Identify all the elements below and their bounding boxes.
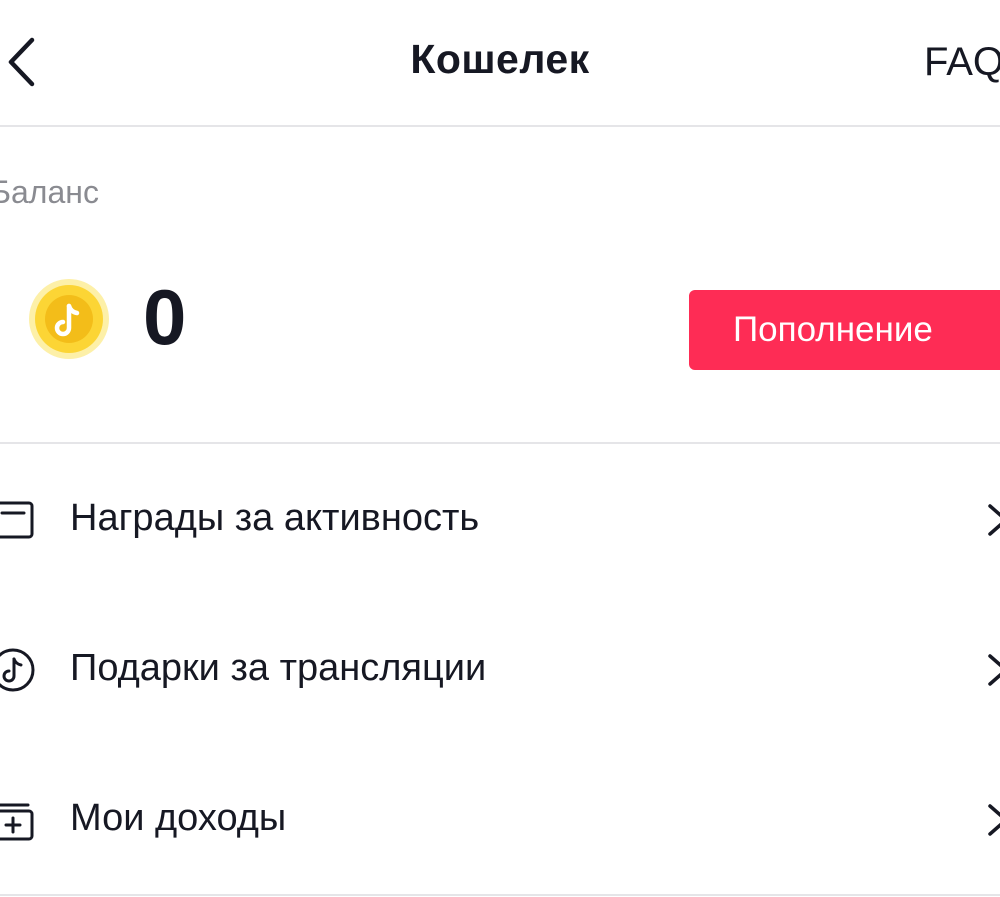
- menu-item-live-gifts[interactable]: Подарки за трансляции: [0, 595, 1000, 745]
- faq-link[interactable]: FAQ: [924, 40, 1000, 85]
- envelope-icon: [0, 501, 34, 539]
- coin-icon: [28, 278, 110, 360]
- menu-item-label: Мои доходы: [70, 797, 287, 839]
- back-button[interactable]: [4, 36, 40, 88]
- balance-divider: [0, 442, 1000, 444]
- live-gift-icon: [0, 648, 35, 692]
- balance-amount: 0: [143, 273, 187, 361]
- menu-item-label: Награды за активность: [70, 497, 480, 539]
- menu-item-my-earnings[interactable]: Мои доходы: [0, 745, 1000, 895]
- wallet-plus-icon: [0, 803, 34, 841]
- back-arrow-icon: [8, 37, 35, 87]
- bottom-divider: [0, 894, 1000, 896]
- header-divider: [0, 125, 1000, 127]
- page-title: Кошелек: [410, 36, 590, 82]
- balance-label: Баланс: [0, 174, 99, 210]
- menu-item-label: Подарки за трансляции: [70, 647, 487, 689]
- topup-button[interactable]: Пополнение: [689, 290, 1000, 370]
- menu-item-activity-rewards[interactable]: Награды за активность: [0, 445, 1000, 595]
- app-header: Кошелек FAQ: [0, 0, 1000, 125]
- chevron-right-icon: [988, 504, 1000, 536]
- chevron-right-icon: [988, 804, 1000, 836]
- chevron-right-icon: [988, 654, 1000, 686]
